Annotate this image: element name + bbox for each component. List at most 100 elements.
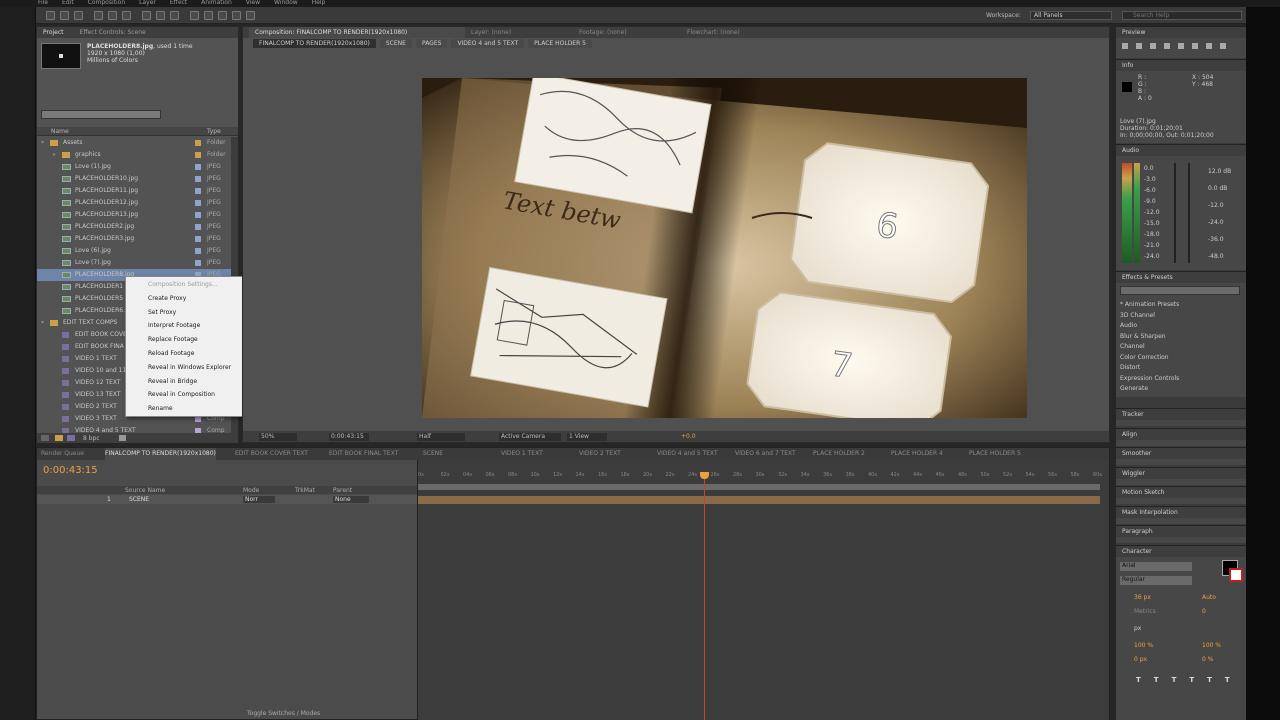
text-tool-icon[interactable] <box>170 11 179 20</box>
timeline-tab[interactable]: VIDEO 1 TEXT <box>501 448 543 460</box>
eraser-tool-icon[interactable] <box>218 11 227 20</box>
superscript-icon[interactable]: T <box>1207 676 1212 684</box>
layer-mode-select[interactable]: Norr <box>243 496 275 503</box>
timeline-tab[interactable]: PLACE HOLDER 2 <box>813 448 865 460</box>
tsume-value[interactable]: 0 % <box>1202 656 1213 663</box>
timeline-tab[interactable]: VIDEO 6 and 7 TEXT <box>735 448 796 460</box>
timeline-tab[interactable]: Render Queue <box>41 448 84 460</box>
label-color-swatch[interactable] <box>195 248 201 254</box>
effects-category[interactable]: 3D Channel <box>1120 311 1179 322</box>
mask-tool-icon[interactable] <box>142 11 151 20</box>
context-menu-item[interactable]: Reveal in Bridge <box>148 377 197 387</box>
workspace-select[interactable]: All Panels <box>1030 11 1112 20</box>
label-color-swatch[interactable] <box>195 224 201 230</box>
interpret-footage-icon[interactable] <box>41 435 49 441</box>
effects-category[interactable]: Generate <box>1120 384 1179 395</box>
timeline-tab[interactable]: VIDEO 4 and 5 TEXT <box>657 448 718 460</box>
pan-behind-tool-icon[interactable] <box>122 11 131 20</box>
collapsed-panel[interactable]: Motion Sketch <box>1116 486 1246 504</box>
project-item[interactable]: PLACEHOLDER10.jpg JPEG <box>37 173 231 185</box>
context-menu-item[interactable]: Reload Footage <box>148 349 194 359</box>
disclosure-triangle-icon[interactable]: ▾ <box>41 317 44 329</box>
timeline-tab[interactable]: VIDEO 2 TEXT <box>579 448 621 460</box>
first-frame-icon[interactable] <box>1122 43 1128 49</box>
viewer-tab[interactable]: Layer: (none) <box>465 27 573 38</box>
timeline-tab[interactable]: FINALCOMP TO RENDER(1920x1080) <box>105 448 216 460</box>
effects-category[interactable]: Blur & Sharpen <box>1120 332 1179 343</box>
context-menu-item[interactable]: Reveal in Windows Explorer <box>148 363 231 373</box>
new-comp-icon[interactable] <box>67 435 75 441</box>
time-ruler[interactable]: 0s 02s 04s 06s 08s 10s 12s 14s 16s 18s 20s 22s 24s 26… <box>418 472 1110 482</box>
label-color-swatch[interactable] <box>195 140 201 146</box>
timeline-tab[interactable]: EDIT BOOK COVER TEXT <box>235 448 308 460</box>
timeline-tab[interactable]: PLACE HOLDER 5 <box>969 448 1021 460</box>
hand-tool-icon[interactable] <box>60 11 69 20</box>
viewer-tab[interactable]: Composition: FINALCOMP TO RENDER(1920x10… <box>249 27 465 38</box>
small-caps-icon[interactable]: T <box>1189 676 1194 684</box>
project-item[interactable]: PLACEHOLDER12.jpg JPEG <box>37 197 231 209</box>
menu-edit[interactable]: Edit <box>62 0 74 7</box>
breadcrumb-item[interactable]: VIDEO 4 and 5 TEXT <box>451 39 525 48</box>
camera-select[interactable]: Active Camera <box>499 433 561 441</box>
menu-help[interactable]: Help <box>312 0 326 7</box>
bpc-label[interactable]: 8 bpc <box>83 435 100 442</box>
disclosure-triangle-icon[interactable]: ▾ <box>41 137 44 149</box>
clone-tool-icon[interactable] <box>204 11 213 20</box>
effects-search-input[interactable] <box>1120 286 1240 295</box>
last-frame-icon[interactable] <box>1178 43 1184 49</box>
tab-effect-controls[interactable]: Effect Controls: Scene <box>80 27 146 38</box>
stroke-width-unit[interactable]: px <box>1134 625 1141 632</box>
mute-icon[interactable] <box>1192 43 1198 49</box>
next-frame-icon[interactable] <box>1164 43 1170 49</box>
views-select[interactable]: 1 View <box>567 433 607 441</box>
all-caps-icon[interactable]: T <box>1172 676 1177 684</box>
context-menu-item[interactable]: Set Proxy <box>148 308 176 318</box>
brush-tool-icon[interactable] <box>190 11 199 20</box>
project-item[interactable]: PLACEHOLDER2.jpg JPEG <box>37 221 231 233</box>
faux-bold-icon[interactable]: T <box>1136 676 1141 684</box>
project-item[interactable]: Love (1).jpg JPEG <box>37 161 231 173</box>
label-color-swatch[interactable] <box>195 176 201 182</box>
subscript-icon[interactable]: T <box>1225 676 1230 684</box>
context-menu-item[interactable]: Rename <box>148 404 173 414</box>
pen-tool-icon[interactable] <box>156 11 165 20</box>
zoom-tool-icon[interactable] <box>74 11 83 20</box>
tracking-value[interactable]: 0 <box>1202 608 1206 615</box>
faux-italic-icon[interactable]: T <box>1154 676 1159 684</box>
vertical-scale-value[interactable]: 100 % <box>1134 642 1153 649</box>
tab-project[interactable]: Project <box>43 27 64 38</box>
ram-preview-icon[interactable] <box>1220 43 1226 49</box>
effects-category[interactable]: Distort <box>1120 363 1179 374</box>
timeline-graph-area[interactable]: 0s 02s 04s 06s 08s 10s 12s 14s 16s 18s 20s 22s 24s 26… <box>417 460 1109 720</box>
col-name[interactable]: Name <box>51 128 69 135</box>
timeline-timecode[interactable]: 0:00:43:15 <box>43 465 98 476</box>
font-size-value[interactable]: 36 px <box>1134 594 1151 601</box>
viewer-tab[interactable]: Flowchart: (none) <box>681 27 789 38</box>
layer-row[interactable]: 1 SCENE Norr None <box>37 495 417 504</box>
leading-value[interactable]: Auto <box>1202 594 1216 601</box>
rotate-tool-icon[interactable] <box>94 11 103 20</box>
selection-tool-icon[interactable] <box>46 11 55 20</box>
breadcrumb-item[interactable]: SCENE <box>379 39 412 48</box>
label-color-swatch[interactable] <box>195 152 201 158</box>
work-area-bar[interactable] <box>418 484 1100 490</box>
loop-icon[interactable] <box>1206 43 1212 49</box>
context-menu-item[interactable]: Replace Footage <box>148 335 198 345</box>
collapsed-panel[interactable]: Paragraph <box>1116 525 1246 543</box>
project-item[interactable]: PLACEHOLDER3.jpg JPEG <box>37 233 231 245</box>
project-search-input[interactable] <box>41 110 161 119</box>
collapsed-panel[interactable]: Tracker <box>1116 408 1246 426</box>
col-type[interactable]: Type <box>207 128 221 135</box>
resolution-select[interactable]: Half <box>417 433 465 441</box>
effects-category[interactable]: Expression Controls <box>1120 374 1179 385</box>
layer-parent-select[interactable]: None <box>333 496 369 503</box>
menu-composition[interactable]: Composition <box>88 0 125 7</box>
collapsed-panel[interactable]: Wiggler <box>1116 466 1246 485</box>
project-item[interactable]: PLACEHOLDER13.jpg JPEG <box>37 209 231 221</box>
search-help-input[interactable]: Search Help <box>1122 11 1242 20</box>
effects-category[interactable]: Channel <box>1120 342 1179 353</box>
menu-effect[interactable]: Effect <box>170 0 187 7</box>
viewer-tab[interactable]: Footage: (none) <box>573 27 681 38</box>
font-style-select[interactable]: Regular <box>1120 576 1192 585</box>
camera-tool-icon[interactable] <box>108 11 117 20</box>
